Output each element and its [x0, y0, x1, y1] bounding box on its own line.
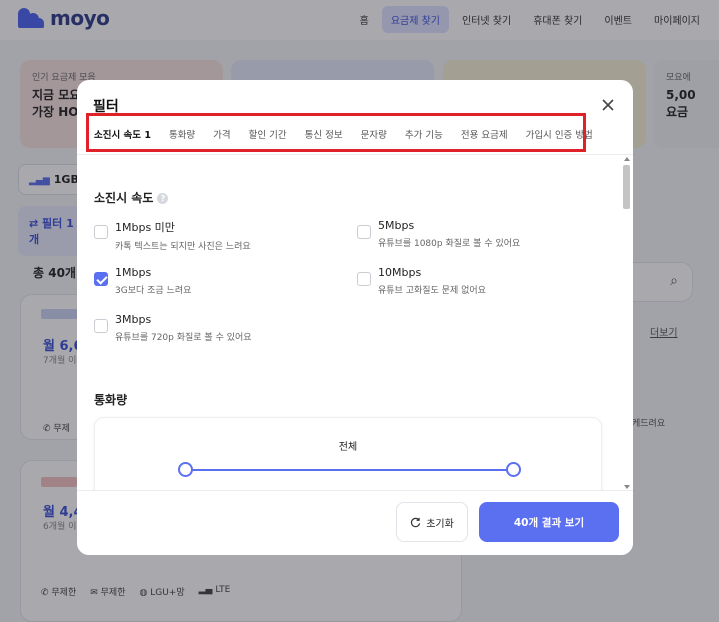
speed-section-title: 소진시 속도? [94, 189, 169, 206]
option-3mbps[interactable]: 3Mbps 유튜브를 720p 화질로 볼 수 있어요 [94, 313, 334, 343]
tab-extra-features[interactable]: 추가 기능 [405, 127, 443, 141]
tab-network-info[interactable]: 통신 정보 [305, 127, 343, 141]
call-volume-range-box: 전체 [94, 417, 602, 490]
tab-price[interactable]: 가격 [213, 127, 230, 141]
checkbox[interactable] [357, 225, 371, 239]
tab-discount-period[interactable]: 할인 기간 [249, 127, 287, 141]
scroll-down-arrow-icon[interactable] [624, 485, 630, 489]
option-label: 5Mbps [378, 219, 415, 232]
modal-footer: 초기화 40개 결과 보기 [77, 490, 633, 555]
scrollbar-thumb[interactable] [623, 165, 630, 209]
option-10mbps[interactable]: 10Mbps 유튜브 고화질도 문제 없어요 [357, 266, 597, 296]
checkbox[interactable] [94, 225, 108, 239]
filter-modal: 필터 소진시 속도 1 통화량 가격 할인 기간 통신 정보 문자량 추가 기능… [77, 80, 633, 555]
tab-sms-volume[interactable]: 문자량 [361, 127, 387, 141]
option-description: 3G보다 조금 느려요 [115, 286, 192, 296]
checkbox[interactable] [357, 272, 371, 286]
range-slider-max-handle[interactable] [506, 462, 521, 477]
option-1mbps[interactable]: 1Mbps 3G보다 조금 느려요 [94, 266, 334, 296]
option-label: 1Mbps 미만 [115, 221, 175, 234]
tab-speed-after-cap[interactable]: 소진시 속도 1 [94, 127, 151, 141]
call-range-label: 전체 [338, 442, 358, 453]
reset-button[interactable]: 초기화 [396, 502, 468, 542]
close-icon[interactable] [599, 96, 617, 114]
option-description: 카톡 텍스트는 되지만 사진은 느려요 [115, 242, 251, 252]
scroll-up-arrow-icon[interactable] [624, 157, 630, 161]
refresh-icon [411, 517, 421, 527]
speed-section-label: 소진시 속도 [94, 191, 154, 205]
option-label: 1Mbps [115, 266, 152, 279]
filter-tab-bar: 소진시 속도 1 통화량 가격 할인 기간 통신 정보 문자량 추가 기능 전용… [88, 118, 593, 150]
checkbox-checked[interactable] [94, 272, 108, 286]
modal-title: 필터 [93, 99, 119, 115]
option-description: 유튜브 고화질도 문제 없어요 [378, 286, 486, 296]
option-label: 3Mbps [115, 313, 152, 326]
option-description: 유튜브를 1080p 화질로 볼 수 있어요 [378, 239, 521, 249]
content-scrollbar[interactable] [621, 155, 631, 490]
tab-signup-verification[interactable]: 가입시 인증 방법 [526, 127, 593, 141]
checkbox[interactable] [94, 319, 108, 333]
tab-call-volume[interactable]: 통화량 [169, 127, 195, 141]
show-results-button[interactable]: 40개 결과 보기 [479, 502, 619, 542]
option-under-1mbps[interactable]: 1Mbps 미만 카톡 텍스트는 되지만 사진은 느려요 [94, 219, 334, 252]
option-description: 유튜브를 720p 화질로 볼 수 있어요 [115, 333, 252, 343]
range-slider-track[interactable] [185, 469, 515, 471]
range-slider-min-handle[interactable] [178, 462, 193, 477]
filter-content-scroll-area[interactable]: 소진시 속도? 1Mbps 미만 카톡 텍스트는 되지만 사진은 느려요 5Mb… [77, 154, 633, 490]
tab-exclusive-plans[interactable]: 전용 요금제 [461, 127, 508, 141]
call-section-title: 통화량 [94, 393, 128, 407]
reset-button-label: 초기화 [426, 518, 454, 530]
option-5mbps[interactable]: 5Mbps 유튜브를 1080p 화질로 볼 수 있어요 [357, 219, 597, 249]
help-icon[interactable]: ? [157, 193, 169, 204]
option-label: 10Mbps [378, 266, 422, 279]
